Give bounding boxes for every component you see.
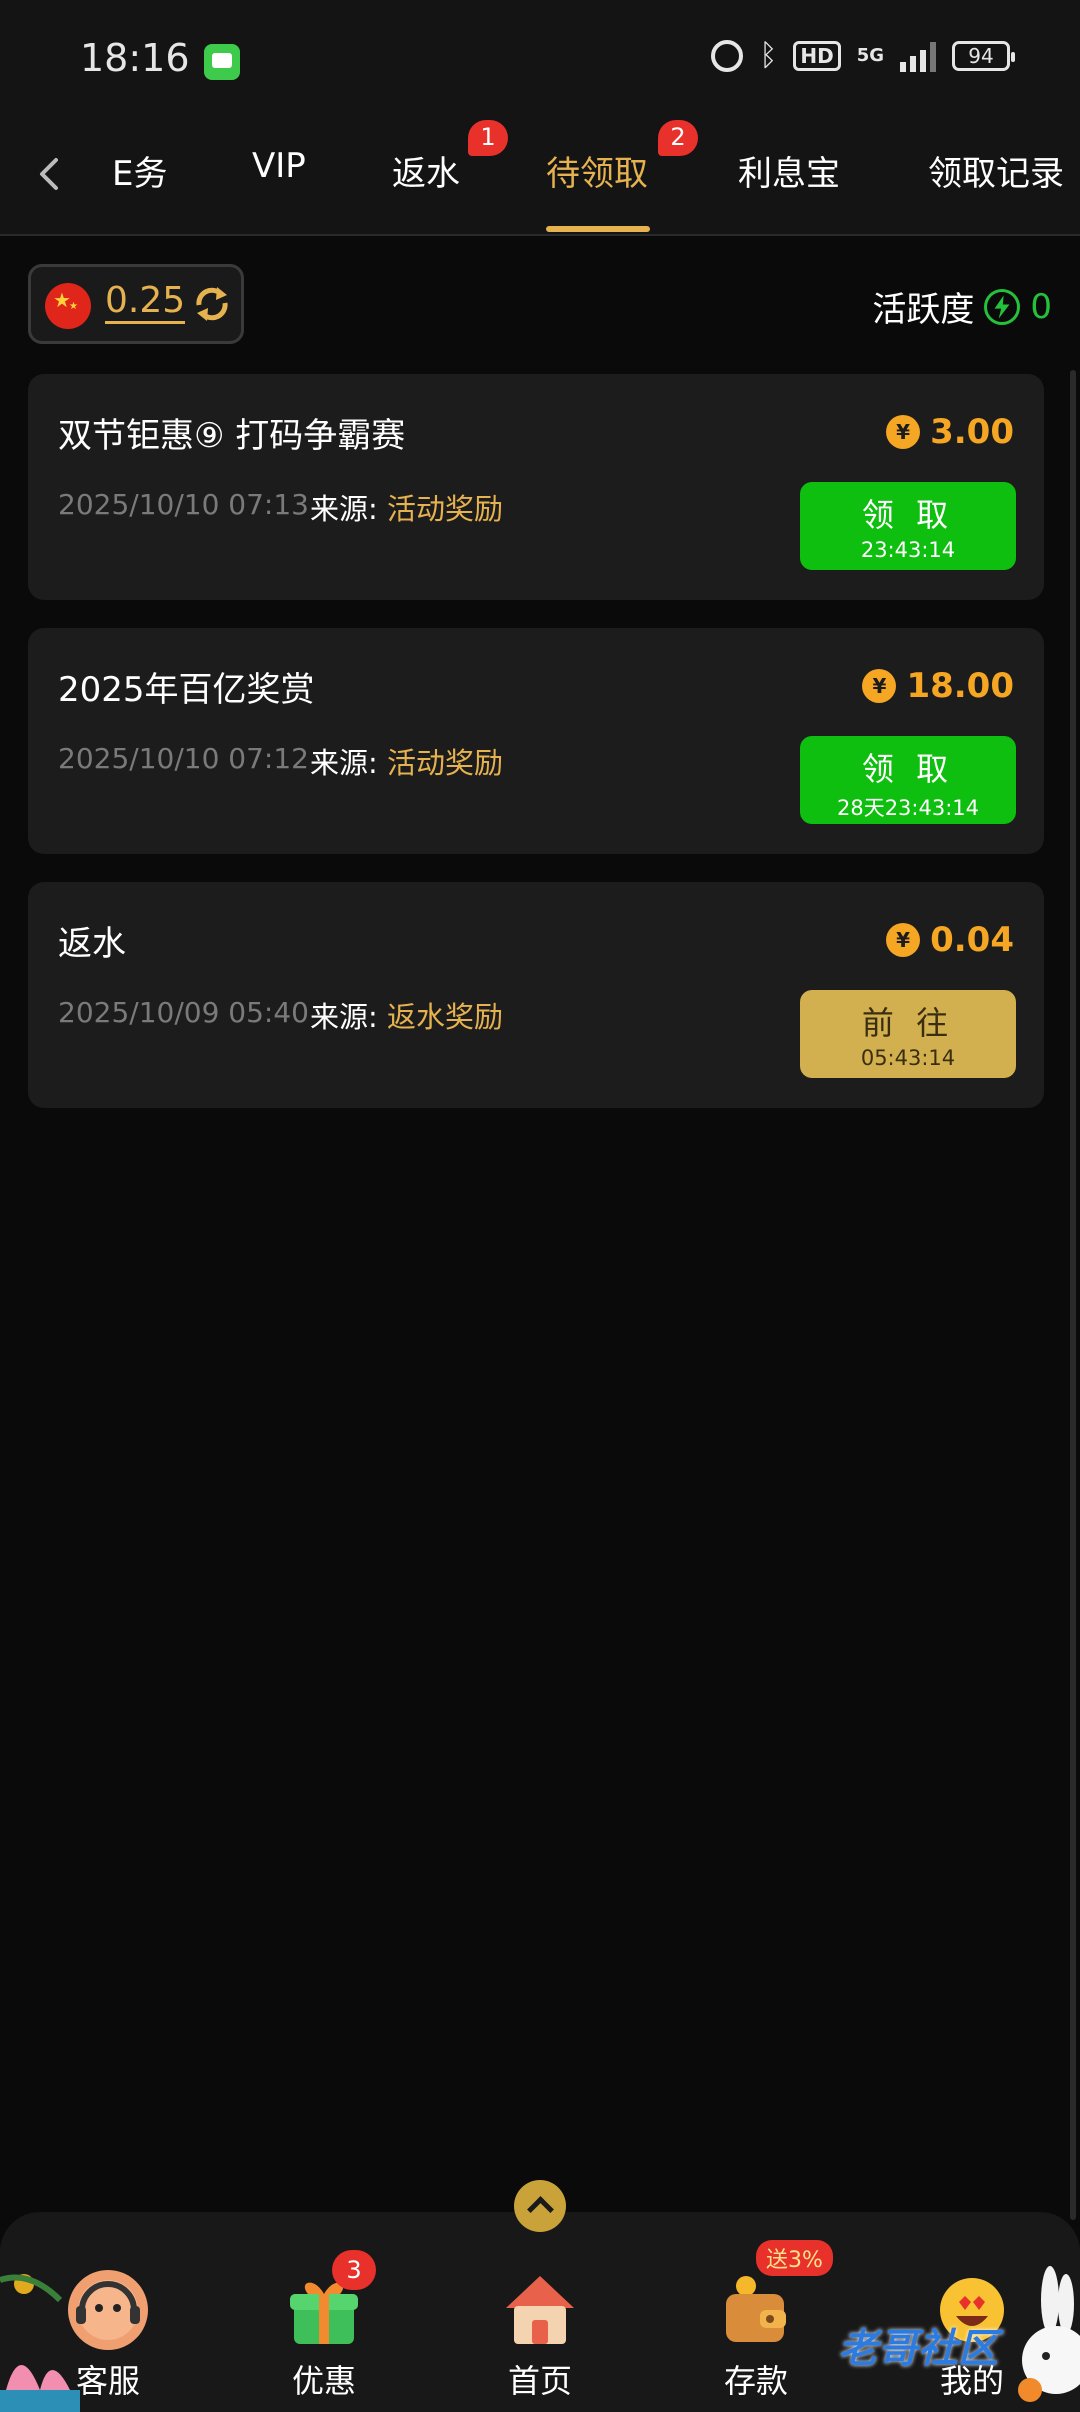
hd-indicator: HD [793,40,841,71]
reward-card: 返水 ¥ 0.04 2025/10/09 05:40 来源: 返水奖励 前 往 … [28,882,1044,1108]
china-flag-icon [45,283,91,329]
source-value: 返水奖励 [387,1000,504,1034]
reward-source: 来源: 活动奖励 [310,740,503,782]
refresh-icon[interactable] [191,283,233,325]
balance-value: 0.25 [105,281,186,324]
watermark-logo: 老哥社区 [838,2326,998,2372]
wallet-icon: 送3% [716,2240,833,2350]
tab-pending-claim[interactable]: 待领取 [546,146,648,195]
back-arrow-icon[interactable] [30,154,70,194]
bottom-nav: 客服 3 优惠 首页 送3% 存款 我的 [0,2212,1080,2412]
reward-title: 双节钜惠⑨ 打码争霸赛 [58,416,406,456]
go-button[interactable]: 前 往 05:43:14 [800,990,1016,1078]
home-icon [500,2270,580,2350]
network-type: 5G [856,45,884,66]
promotions-badge: 3 [332,2250,376,2290]
nav-deposit[interactable]: 送3% 存款 [686,2240,833,2402]
go-countdown: 05:43:14 [860,1046,956,1070]
reward-date: 2025/10/10 07:12 [58,742,309,775]
top-tab-bar: E务 VIP 返水 1 待领取 2 利息宝 领取记录 [0,120,1080,236]
lightning-icon [984,288,1021,325]
tab-interest[interactable]: 利息宝 [738,146,840,195]
claim-button-label: 领 取 [861,750,955,788]
claim-button-label: 领 取 [861,496,955,534]
tab-rebate-badge: 1 [468,120,508,156]
scrollbar[interactable] [1070,370,1076,2220]
yuan-coin-icon: ¥ [886,415,921,449]
activity-indicator: 活跃度 0 [872,282,1052,331]
claim-button[interactable]: 领 取 23:43:14 [800,482,1016,570]
yuan-coin-icon: ¥ [886,923,921,957]
tab-task[interactable]: E务 [112,146,167,195]
lotus-decoration-icon [0,2274,80,2412]
nav-label: 首页 [507,2362,572,2400]
battery-icon: 94 [952,40,1015,71]
reward-amount: ¥ 0.04 [886,920,1014,960]
activity-value: 0 [1030,286,1052,327]
nav-promotions[interactable]: 3 优惠 [254,2250,394,2402]
headset-avatar-icon [68,2270,148,2350]
reward-title: 2025年百亿奖赏 [58,670,315,710]
tab-claim-history[interactable]: 领取记录 [928,146,1064,195]
alarm-icon [711,39,744,72]
balance-widget: 0.25 [28,264,244,344]
tab-vip[interactable]: VIP [252,146,306,186]
status-time: 18:16 [80,36,190,80]
scroll-up-button[interactable] [514,2180,566,2232]
tab-pending-badge: 2 [658,120,698,156]
bluetooth-icon: ᛒ [759,38,778,73]
gift-icon: 3 [284,2250,376,2350]
source-value: 活动奖励 [387,746,504,780]
source-label: 来源: [310,746,378,780]
claim-countdown: 23:43:14 [860,538,956,562]
source-label: 来源: [310,492,378,526]
source-value: 活动奖励 [387,492,504,526]
activity-label: 活跃度 [872,290,975,330]
reward-amount-value: 0.04 [930,920,1014,960]
reward-amount: ¥ 18.00 [862,666,1014,706]
reward-card: 2025年百亿奖赏 ¥ 18.00 2025/10/10 07:12 来源: 活… [28,628,1044,854]
message-app-icon [204,44,240,80]
tab-rebate[interactable]: 返水 [392,146,460,195]
reward-date: 2025/10/10 07:13 [58,488,309,521]
status-bar: 18:16 ᛒ HD 5G 94 [0,0,1080,120]
nav-label: 存款 [723,2362,788,2400]
reward-amount-value: 18.00 [906,666,1014,706]
deposit-promo-badge: 送3% [756,2240,833,2276]
reward-amount-value: 3.00 [930,412,1014,452]
active-tab-indicator [546,226,650,232]
rabbit-decoration-icon [1018,2266,1080,2402]
nav-label: 优惠 [291,2362,356,2400]
yuan-coin-icon: ¥ [862,669,897,703]
reward-title: 返水 [58,924,126,964]
claim-countdown: 28天23:43:14 [836,796,980,820]
reward-amount: ¥ 3.00 [886,412,1014,452]
reward-source: 来源: 活动奖励 [310,486,503,528]
go-button-label: 前 往 [861,1004,955,1042]
reward-card: 双节钜惠⑨ 打码争霸赛 ¥ 3.00 2025/10/10 07:13 来源: … [28,374,1044,600]
signal-icon [900,40,936,72]
source-label: 来源: [310,1000,378,1034]
claim-button[interactable]: 领 取 28天23:43:14 [800,736,1016,824]
reward-source: 来源: 返水奖励 [310,994,503,1036]
nav-home[interactable]: 首页 [470,2270,610,2402]
status-icons: ᛒ HD 5G 94 [711,38,1015,73]
reward-date: 2025/10/09 05:40 [58,996,309,1029]
